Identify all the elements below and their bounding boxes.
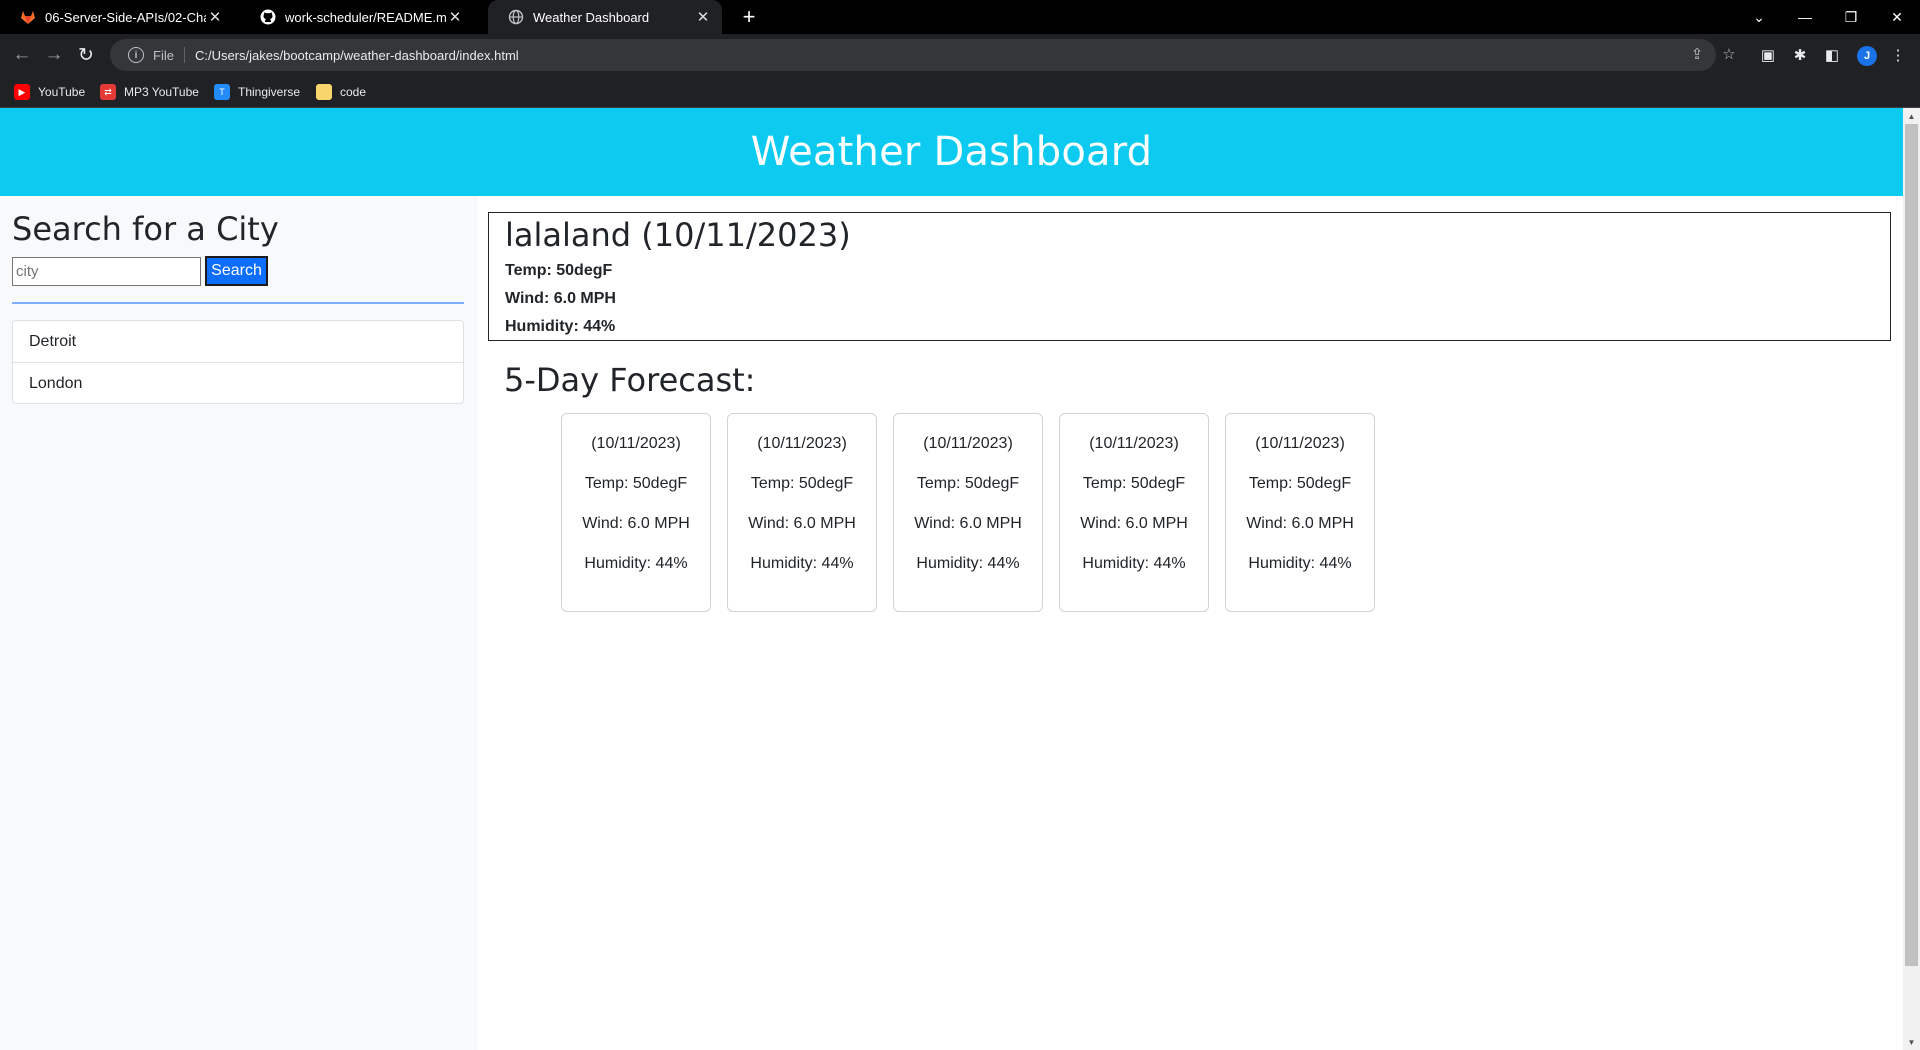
weather-main: lalaland (10/11/2023) Temp: 50degF Wind:… [478,196,1903,1050]
tab-search-chevron-icon[interactable]: ⌄ [1736,0,1782,34]
reload-button[interactable]: ↻ [72,41,100,69]
profile-avatar[interactable]: J [1857,46,1877,66]
tab-title: Weather Dashboard [533,9,650,25]
forecast-humidity: Humidity: 44% [750,555,854,572]
forecast-temp: Temp: 50degF [584,475,688,492]
forecast-humidity: Humidity: 44% [1248,555,1352,572]
forecast-card: (10/11/2023) Temp: 50degF Wind: 6.0 MPH … [561,413,711,612]
back-button[interactable]: ← [8,41,36,69]
close-icon[interactable]: ✕ [446,8,464,26]
forecast-card: (10/11/2023) Temp: 50degF Wind: 6.0 MPH … [893,413,1043,612]
forecast-card: (10/11/2023) Temp: 50degF Wind: 6.0 MPH … [1225,413,1375,612]
page-title: Weather Dashboard [750,129,1153,175]
sidebar-divider [12,302,464,304]
current-temp: Temp: 50degF [505,262,613,279]
bookmark-star-icon[interactable]: ☆ [1716,41,1742,67]
search-button[interactable]: Search [205,256,268,286]
browser-tab-strip: 06-Server-Side-APIs/02-Challenge ✕ work-… [0,0,1920,34]
search-sidebar: Search for a City Search Detroit London [0,196,478,1050]
current-wind: Wind: 6.0 MPH [505,290,616,307]
bookmark-label: MP3 YouTube [124,85,199,99]
folder-icon [316,84,332,100]
close-icon[interactable]: ✕ [694,8,712,26]
side-panel-icon[interactable]: ◧ [1820,43,1844,67]
mp3-youtube-icon: ⇄ [100,84,116,100]
minimize-window-button[interactable]: — [1782,0,1828,34]
search-history-list: Detroit London [12,320,464,404]
share-icon[interactable]: ⇪ [1684,41,1710,67]
gitlab-icon [20,9,36,25]
forecast-humidity: Humidity: 44% [916,555,1020,572]
current-weather-card: lalaland (10/11/2023) Temp: 50degF Wind:… [488,212,1891,341]
search-heading: Search for a City [12,210,279,248]
extension-icon[interactable]: ▣ [1756,43,1780,67]
url-separator [183,47,185,63]
close-window-button[interactable]: ✕ [1874,0,1920,34]
current-humidity: Humidity: 44% [505,318,616,335]
forecast-wind: Wind: 6.0 MPH [1246,515,1354,532]
forecast-temp: Temp: 50degF [1082,475,1186,492]
close-icon[interactable]: ✕ [206,8,224,26]
forecast-card: (10/11/2023) Temp: 50degF Wind: 6.0 MPH … [727,413,877,612]
forecast-date: (10/11/2023) [1255,435,1345,452]
scroll-down-arrow-icon[interactable]: ▼ [1903,1034,1920,1050]
bookmark-youtube[interactable]: ▶ YouTube [14,83,85,101]
youtube-icon: ▶ [14,84,30,100]
forecast-humidity: Humidity: 44% [584,555,688,572]
new-tab-button[interactable]: + [736,4,762,30]
current-city-title: lalaland (10/11/2023) [505,216,851,254]
history-item-london[interactable]: London [13,362,463,403]
globe-icon [508,9,524,25]
bookmarks-bar: ▶ YouTube ⇄ MP3 YouTube T Thingiverse co… [0,76,1920,108]
url-scheme-label: File [153,47,174,63]
forecast-date: (10/11/2023) [1089,435,1179,452]
forecast-temp: Temp: 50degF [750,475,854,492]
page-header: Weather Dashboard [0,108,1903,196]
browser-tab-gitlab[interactable]: 06-Server-Side-APIs/02-Challenge ✕ [0,0,234,34]
forecast-temp: Temp: 50degF [916,475,1020,492]
forecast-wind: Wind: 6.0 MPH [748,515,856,532]
more-menu-icon[interactable]: ⋮ [1886,43,1910,67]
info-icon[interactable]: i [128,47,144,63]
tab-title: work-scheduler/README.md at [285,9,446,25]
forecast-cards: (10/11/2023) Temp: 50degF Wind: 6.0 MPH … [561,413,1375,612]
bookmark-mp3-youtube[interactable]: ⇄ MP3 YouTube [100,83,199,101]
history-item-detroit[interactable]: Detroit [13,321,463,362]
page-scrollbar[interactable]: ▲ ▼ [1903,108,1920,1050]
restore-window-button[interactable]: ❐ [1828,0,1874,34]
forecast-heading: 5-Day Forecast: [504,361,756,399]
github-icon [260,9,276,25]
forecast-date: (10/11/2023) [923,435,1013,452]
bookmark-label: YouTube [38,85,86,99]
bookmark-label: code [340,85,367,99]
browser-toolbar: ← → ↻ i File C:/Users/jakes/bootcamp/wea… [0,34,1920,76]
browser-tab-weather-dashboard[interactable]: Weather Dashboard ✕ [488,0,722,34]
tab-title: 06-Server-Side-APIs/02-Challenge [45,9,206,25]
bookmark-label: Thingiverse [238,85,301,99]
forecast-wind: Wind: 6.0 MPH [582,515,690,532]
forecast-card: (10/11/2023) Temp: 50degF Wind: 6.0 MPH … [1059,413,1209,612]
forecast-date: (10/11/2023) [591,435,681,452]
forecast-wind: Wind: 6.0 MPH [1080,515,1188,532]
extensions-puzzle-icon[interactable]: ✱ [1788,43,1812,67]
browser-tab-github[interactable]: work-scheduler/README.md at ✕ [240,0,474,34]
forecast-humidity: Humidity: 44% [1082,555,1186,572]
forecast-temp: Temp: 50degF [1248,475,1352,492]
bookmark-thingiverse[interactable]: T Thingiverse [214,83,300,101]
forecast-wind: Wind: 6.0 MPH [914,515,1022,532]
search-form: Search [12,256,466,286]
forward-button[interactable]: → [40,41,68,69]
page-content: Weather Dashboard Search for a City Sear… [0,108,1903,1050]
url-text[interactable]: C:/Users/jakes/bootcamp/weather-dashboar… [195,48,519,63]
scroll-thumb[interactable] [1905,124,1918,966]
address-bar[interactable]: i File C:/Users/jakes/bootcamp/weather-d… [110,39,1716,71]
thingiverse-icon: T [214,84,230,100]
scroll-up-arrow-icon[interactable]: ▲ [1903,108,1920,124]
forecast-date: (10/11/2023) [757,435,847,452]
city-search-input[interactable] [12,256,201,286]
bookmark-code[interactable]: code [316,83,366,101]
